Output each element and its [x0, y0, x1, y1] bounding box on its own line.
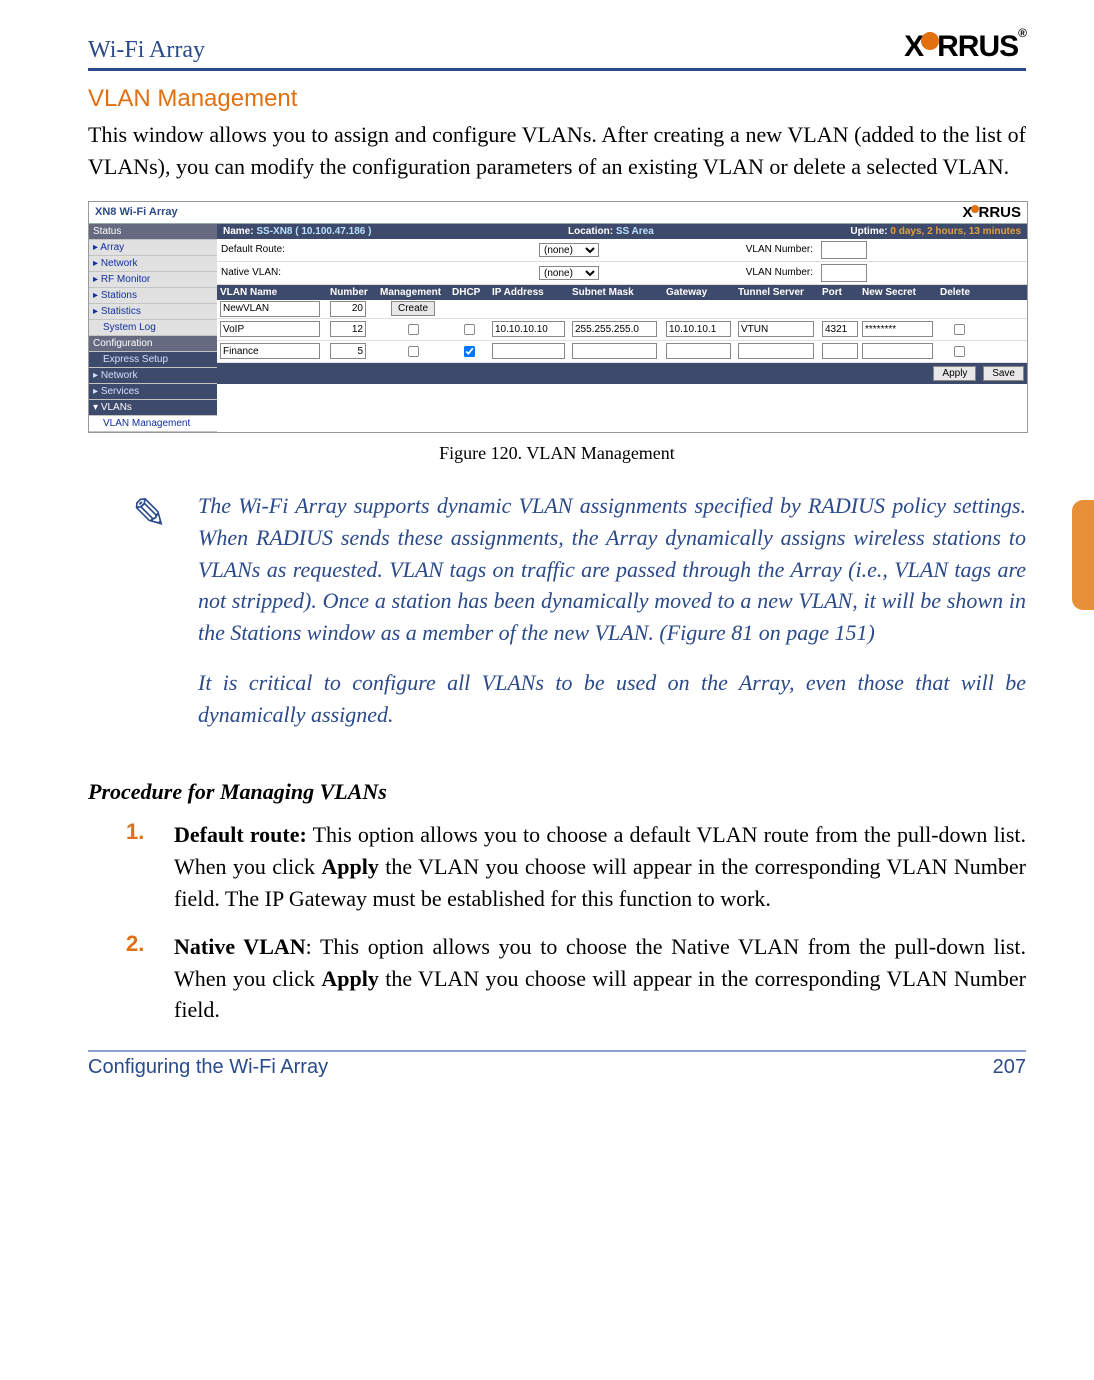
vlan-name-input[interactable] — [220, 343, 320, 359]
nav-vlan-management[interactable]: VLAN Management — [89, 416, 217, 432]
note-text: The Wi-Fi Array supports dynamic VLAN as… — [198, 490, 1026, 749]
delete-checkbox[interactable] — [954, 324, 965, 335]
new-secret-input[interactable] — [862, 321, 933, 337]
page-header: Wi-Fi Array XRRUS® — [88, 30, 1026, 71]
nav-configuration[interactable]: Configuration — [89, 336, 217, 352]
page-footer: Configuring the Wi-Fi Array 207 — [88, 1050, 1026, 1079]
footer-page-number: 207 — [993, 1056, 1026, 1079]
nav-rf-monitor[interactable]: ▸ RF Monitor — [89, 272, 217, 288]
delete-checkbox[interactable] — [954, 346, 965, 357]
shot-info-bar: Name: SS-XN8 ( 10.100.47.186 ) Location:… — [217, 224, 1027, 239]
native-vlan-number-label: VLAN Number: — [727, 267, 817, 278]
gateway-input[interactable] — [666, 321, 731, 337]
gateway-input[interactable] — [666, 343, 731, 359]
native-vlan-label: Native VLAN: — [221, 267, 321, 278]
shot-sidebar: Status ▸ Array ▸ Network ▸ RF Monitor ▸ … — [89, 224, 217, 432]
create-button[interactable]: Create — [391, 301, 435, 316]
native-vlan-select[interactable]: (none) — [539, 266, 599, 280]
shot-name-value: SS-XN8 ( 10.100.47.186 ) — [256, 226, 371, 237]
step-text: Default route: This option allows you to… — [174, 819, 1026, 915]
default-route-label: Default Route: — [221, 244, 321, 255]
vlan-name-input[interactable] — [220, 321, 320, 337]
dhcp-checkbox[interactable] — [464, 346, 475, 357]
procedure-step: 2.Native VLAN: This option allows you to… — [126, 931, 1026, 1027]
procedure-step: 1.Default route: This option allows you … — [126, 819, 1026, 915]
vlan-row — [217, 319, 1027, 341]
shot-location-value: SS Area — [616, 226, 654, 237]
brand-logo-reg: ® — [1018, 26, 1026, 40]
management-checkbox[interactable] — [408, 324, 419, 335]
port-input[interactable] — [822, 343, 858, 359]
procedure-heading: Procedure for Managing VLANs — [88, 779, 1026, 805]
default-route-select[interactable]: (none) — [539, 243, 599, 257]
section-title: VLAN Management — [88, 85, 1026, 113]
shot-window-title: XN8 Wi-Fi Array — [95, 206, 178, 218]
footer-left: Configuring the Wi-Fi Array — [88, 1056, 328, 1079]
page-tab — [1072, 500, 1094, 610]
apply-button[interactable]: Apply — [933, 366, 976, 381]
nav-network[interactable]: ▸ Network — [89, 256, 217, 272]
vlan-row — [217, 341, 1027, 363]
nav-array[interactable]: ▸ Array — [89, 240, 217, 256]
subnet-mask-input[interactable] — [572, 321, 657, 337]
shot-brand-dot-icon — [971, 205, 979, 213]
tunnel-server-input[interactable] — [738, 343, 814, 359]
nav-network2[interactable]: ▸ Network — [89, 368, 217, 384]
management-checkbox[interactable] — [408, 346, 419, 357]
step-number: 2. — [126, 931, 152, 1027]
brand-logo-x: X — [904, 30, 923, 64]
native-vlan-number-input[interactable] — [821, 264, 867, 282]
nav-system-log[interactable]: System Log — [89, 320, 217, 336]
subnet-mask-input[interactable] — [572, 343, 657, 359]
vlan-number-input[interactable] — [330, 343, 366, 359]
nav-vlans[interactable]: ▾ VLANs — [89, 400, 217, 416]
ip-address-input[interactable] — [492, 321, 565, 337]
default-route-vlan-number-label: VLAN Number: — [727, 244, 817, 255]
product-name: Wi-Fi Array — [88, 37, 205, 64]
step-text: Native VLAN: This option allows you to c… — [174, 931, 1026, 1027]
default-route-vlan-number-input[interactable] — [821, 241, 867, 259]
dhcp-checkbox[interactable] — [464, 324, 475, 335]
save-button[interactable]: Save — [983, 366, 1024, 381]
brand-logo: XRRUS® — [904, 30, 1026, 64]
vlan-row: Create — [217, 300, 1027, 319]
intro-text: This window allows you to assign and con… — [88, 119, 1026, 183]
vlan-number-input[interactable] — [330, 321, 366, 337]
shot-uptime-value: 0 days, 2 hours, 13 minutes — [890, 226, 1021, 237]
note-icon: ✎ — [132, 494, 176, 753]
nav-express-setup[interactable]: Express Setup — [89, 352, 217, 368]
ip-address-input[interactable] — [492, 343, 565, 359]
shot-brand-logo: XRRUS — [962, 204, 1021, 221]
new-secret-input[interactable] — [862, 343, 933, 359]
nav-services[interactable]: ▸ Services — [89, 384, 217, 400]
vlan-number-input[interactable] — [330, 301, 366, 317]
vlan-name-input[interactable] — [220, 301, 320, 317]
vlan-table-header: VLAN NameNumberManagementDHCPIP AddressS… — [217, 285, 1027, 300]
figure-caption: Figure 120. VLAN Management — [88, 443, 1026, 464]
nav-stations[interactable]: ▸ Stations — [89, 288, 217, 304]
step-number: 1. — [126, 819, 152, 915]
nav-status[interactable]: Status — [89, 224, 217, 240]
port-input[interactable] — [822, 321, 858, 337]
screenshot-vlan-management: XN8 Wi-Fi Array XRRUS Status ▸ Array ▸ N… — [88, 201, 1028, 433]
brand-logo-rest: RRUS — [937, 30, 1018, 64]
nav-statistics[interactable]: ▸ Statistics — [89, 304, 217, 320]
tunnel-server-input[interactable] — [738, 321, 814, 337]
